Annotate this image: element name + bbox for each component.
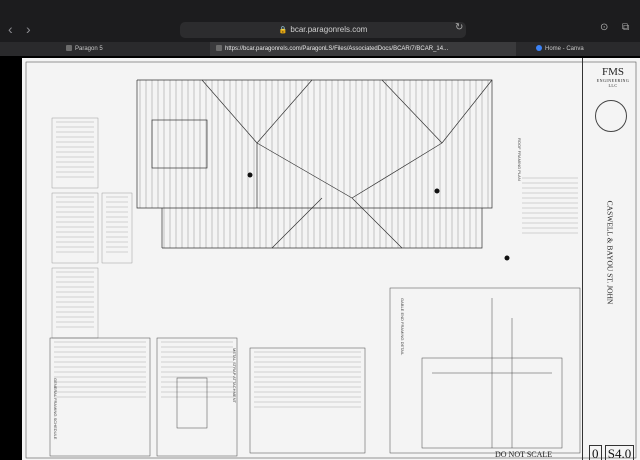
project-title: CASWELL & BAYOU ST. JOHN	[605, 200, 615, 305]
back-icon[interactable]: ‹	[8, 22, 13, 36]
tab-label: Home - Canva	[545, 46, 584, 52]
tab-label: https://bcar.paragonrels.com/ParagonLS/F…	[225, 46, 449, 52]
title-block: FMS ENGINEERING LLC CASWELL & BAYOU ST. …	[582, 58, 640, 460]
marker-dot	[504, 255, 510, 261]
do-not-scale-label: DO NOT SCALE	[495, 450, 553, 459]
tab-document[interactable]: https://bcar.paragonrels.com/ParagonLS/F…	[210, 42, 516, 56]
sheet-number: 0 S4.0	[589, 445, 635, 460]
canva-favicon	[536, 45, 542, 52]
tab-label: Paragon 5	[75, 46, 103, 52]
marker-dot	[247, 172, 253, 178]
tab-bar: Paragon 5 https://bcar.paragonrels.com/P…	[0, 42, 640, 56]
plan-title: ROOF FRAMING PLAN	[517, 138, 522, 181]
lock-icon: 🔒	[278, 27, 288, 34]
tab-paragon[interactable]: Paragon 5	[60, 42, 206, 56]
roof-drawing	[25, 61, 637, 459]
reload-icon[interactable]: ↻	[455, 22, 463, 33]
tabs-overview-icon[interactable]: ⧉	[622, 22, 629, 33]
tab-favicon	[216, 45, 222, 52]
schedule-title: GENERAL FRAMING SCHEDULE	[53, 378, 58, 440]
firm-logo: FMS ENGINEERING LLC	[596, 66, 630, 88]
tab-favicon	[66, 45, 72, 52]
address-bar[interactable]: 🔒 bcar.paragonrels.com	[180, 22, 466, 38]
pdf-document[interactable]: FMS ENGINEERING LLC CASWELL & BAYOU ST. …	[22, 58, 640, 460]
browser-toolbar: ‹ › 🔒 bcar.paragonrels.com ↻ ⊙ ⧉	[0, 0, 640, 42]
truss-detail-title: GABLE END FRAMING DETAIL	[400, 298, 405, 356]
tab-canva[interactable]: Home - Canva	[530, 42, 636, 56]
marker-dot	[434, 188, 440, 194]
forward-icon[interactable]: ›	[26, 22, 31, 36]
url-text: bcar.paragonrels.com	[290, 25, 368, 34]
strap-detail-title: METAL STRAP ATTACHMENT	[232, 348, 237, 403]
download-icon[interactable]: ⊙	[600, 22, 608, 33]
engineer-seal-icon	[595, 100, 627, 132]
